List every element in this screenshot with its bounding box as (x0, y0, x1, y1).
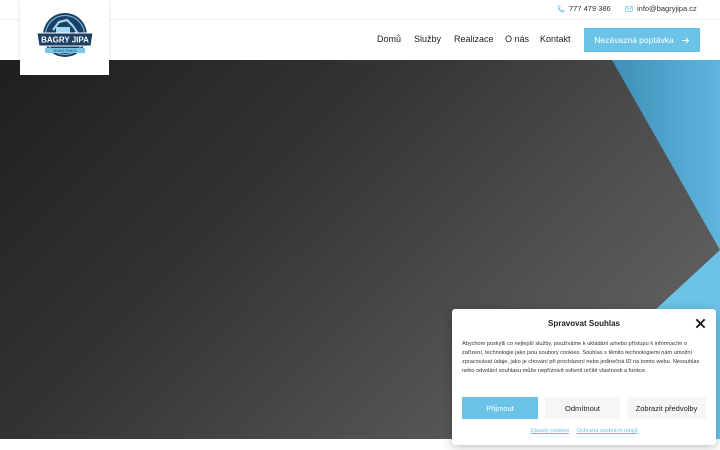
nav-item-projects[interactable]: Realizace (454, 34, 494, 44)
cookie-policy-links: Zásady cookies Ochrana osobních údajů (452, 428, 716, 434)
arrow-right-icon (681, 37, 689, 43)
phone-link[interactable]: 777 479 386 (557, 4, 611, 13)
site-logo[interactable]: BAGRY JIPA ZEMNÍ PRÁCE EST 2010 (20, 0, 109, 75)
nav-item-home[interactable]: Domů (377, 34, 401, 44)
cookie-dialog-title: Spravovat Souhlas (547, 319, 621, 328)
phone-icon (557, 5, 565, 12)
logo-name: BAGRY JIPA (41, 35, 89, 44)
quote-request-button[interactable]: Nezávazná poptávka (584, 28, 700, 52)
quote-request-label: Nezávazná poptávka (594, 35, 674, 45)
cookie-policy-link[interactable]: Zásady cookies (530, 428, 569, 434)
email-address: info@bagryjipa.cz (637, 4, 697, 13)
logo-subtitle: ZEMNÍ PRÁCE (53, 49, 78, 53)
privacy-policy-link[interactable]: Ochrana osobních údajů (577, 428, 638, 434)
accept-cookies-button[interactable]: Přijmout (462, 397, 538, 419)
nav-item-contact[interactable]: Kontakt (540, 34, 571, 44)
cookie-consent-dialog: Spravovat Souhlas Abychom poskytli co ne… (452, 309, 716, 445)
cookie-description: Abychom poskytli co nejlepší služby, pou… (462, 341, 700, 374)
excavator-logo-icon: BAGRY JIPA ZEMNÍ PRÁCE EST 2010 (35, 12, 94, 59)
close-icon[interactable] (695, 318, 706, 329)
phone-number: 777 479 386 (569, 4, 611, 13)
view-preferences-button[interactable]: Zobrazit předvolby (627, 397, 706, 419)
logo-est-right: 2010 (69, 55, 75, 59)
nav-item-about[interactable]: O nás (505, 34, 529, 44)
email-link[interactable]: info@bagryjipa.cz (625, 4, 697, 13)
deny-cookies-button[interactable]: Odmítnout (545, 397, 620, 419)
hero-blue-shape (612, 60, 720, 250)
nav-item-services[interactable]: Služby (414, 34, 441, 44)
logo-est-left: EST (55, 55, 60, 59)
mail-icon (625, 5, 633, 12)
